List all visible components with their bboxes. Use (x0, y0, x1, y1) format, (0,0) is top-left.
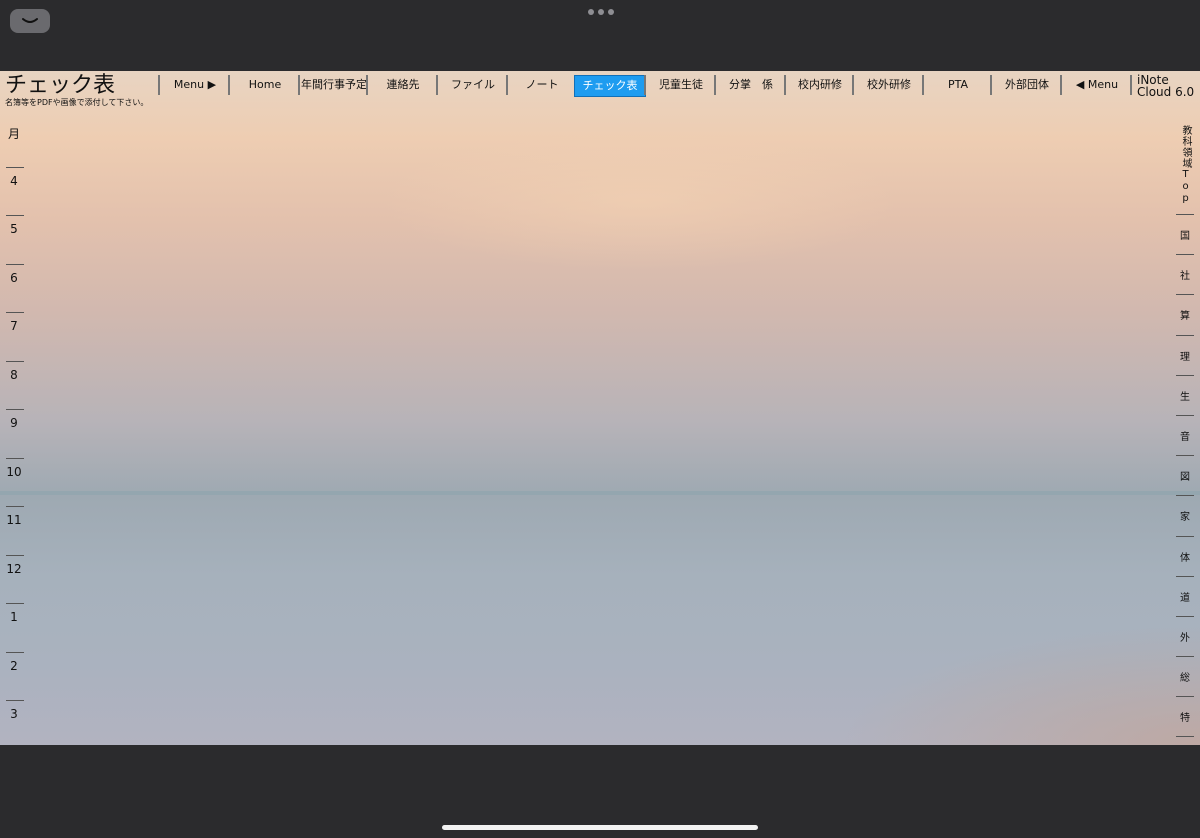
page-subtitle: 名簿等をPDFや画像で添付して下さい。 (5, 98, 149, 107)
subject-label: 体 (1180, 552, 1190, 564)
month-label: 1 (10, 610, 18, 624)
month-label: 月 (7, 127, 20, 141)
month-item[interactable]: 7 (4, 313, 24, 362)
brand-label: iNote Cloud 6.0 (1137, 74, 1194, 98)
subject-top-link[interactable]: 教科領域Top (1176, 119, 1194, 215)
subject-label: 図 (1180, 472, 1190, 484)
subject-item[interactable]: 音 (1176, 416, 1194, 457)
month-label: 7 (10, 319, 18, 333)
month-label: 3 (10, 707, 18, 721)
nav-end-divider (1130, 75, 1132, 95)
month-item[interactable]: 8 (4, 362, 24, 411)
subject-label: 道 (1180, 592, 1190, 604)
month-item[interactable]: 6 (4, 265, 24, 314)
chevron-down-icon (22, 18, 38, 23)
subject-item[interactable]: 理 (1176, 336, 1194, 376)
nav-item-1[interactable]: Home (228, 75, 300, 95)
month-item[interactable]: 12 (4, 556, 24, 605)
subject-item[interactable]: 算 (1176, 295, 1194, 336)
app-screen: チェック表 名簿等をPDFや画像で添付して下さい。 Menu ▶ Home 年間行事… (0, 71, 1200, 745)
month-item[interactable]: 4 (4, 168, 24, 217)
month-label: 9 (10, 416, 18, 430)
month-label: 10 (6, 464, 22, 479)
home-indicator[interactable] (442, 825, 758, 830)
month-label: 8 (10, 367, 18, 382)
nav-item-10[interactable]: 校外研修 (852, 75, 924, 95)
nav-item-4[interactable]: ファイル (436, 75, 508, 95)
subject-item[interactable]: 家 (1176, 496, 1194, 537)
month-item[interactable]: 1 (4, 604, 24, 653)
month-item[interactable]: 5 (4, 216, 24, 265)
month-label: 2 (10, 658, 18, 673)
month-item[interactable]: 10 (4, 459, 24, 508)
month-label: 11 (6, 513, 22, 527)
nav-item-9[interactable]: 校内研修 (784, 75, 854, 95)
month-item[interactable]: 3 (4, 701, 24, 745)
subject-item[interactable]: 総 (1176, 657, 1194, 698)
subject-label: 社 (1180, 271, 1190, 283)
brand-line-2: Cloud 6.0 (1137, 85, 1195, 99)
month-item[interactable]: 2 (4, 653, 24, 702)
nav-item-7[interactable]: 児童生徒 (644, 75, 716, 95)
month-label: 4 (10, 173, 18, 188)
page-title: チェック表 (5, 73, 116, 98)
subject-label: 国 (1180, 231, 1190, 242)
subject-label: 家 (1180, 512, 1190, 524)
subject-item[interactable]: 外 (1176, 617, 1194, 658)
subject-column: 教科領域Top 国社算理生音図家体道外総特 (1176, 119, 1194, 738)
month-label: 12 (6, 561, 22, 576)
subject-item[interactable]: 国 (1176, 215, 1194, 256)
subject-item[interactable]: 社 (1176, 255, 1194, 296)
subject-label: 生 (1180, 391, 1190, 403)
subject-label: 外 (1180, 632, 1190, 644)
subject-item[interactable]: 特 (1176, 697, 1194, 738)
subject-label: 理 (1180, 351, 1190, 363)
subject-label: 特 (1180, 713, 1190, 725)
nav-item-2[interactable]: 年間行事予定 (298, 75, 368, 95)
subject-label: 教科領域Top (1180, 125, 1191, 205)
month-item[interactable]: 9 (4, 410, 24, 459)
subject-item[interactable]: 道 (1176, 577, 1194, 618)
nav-item-12[interactable]: 外部団体 (990, 75, 1062, 95)
month-label: 5 (10, 222, 18, 236)
header-title-block: チェック表 名簿等をPDFや画像で添付して下さい。 (5, 74, 148, 108)
month-column: 月 4 5 6 7 8 9 10 11 12 1 2 3 (4, 119, 24, 745)
nav-item-11[interactable]: PTA (922, 75, 992, 95)
nav-item-3[interactable]: 連絡先 (366, 75, 438, 95)
subject-item[interactable]: 体 (1176, 537, 1194, 577)
month-label: 6 (10, 270, 18, 285)
nav-item-13[interactable]: ◀ Menu (1060, 75, 1132, 95)
month-item[interactable]: 11 (4, 507, 24, 556)
nav-item-5[interactable]: ノート (506, 75, 576, 95)
nav-item-8[interactable]: 分掌 係 (714, 75, 786, 95)
subject-label: 算 (1180, 311, 1190, 323)
multitasking-dots[interactable] (588, 9, 614, 15)
nav-item-6[interactable]: チェック表 (574, 75, 646, 97)
subject-label: 総 (1180, 673, 1190, 685)
subject-item[interactable]: 図 (1176, 456, 1194, 497)
subject-item[interactable]: 生 (1176, 376, 1194, 417)
month-header: 月 (4, 119, 24, 168)
nav-item-0[interactable]: Menu ▶ (158, 75, 230, 95)
collapse-button[interactable] (10, 9, 50, 33)
subject-label: 音 (1180, 431, 1190, 443)
